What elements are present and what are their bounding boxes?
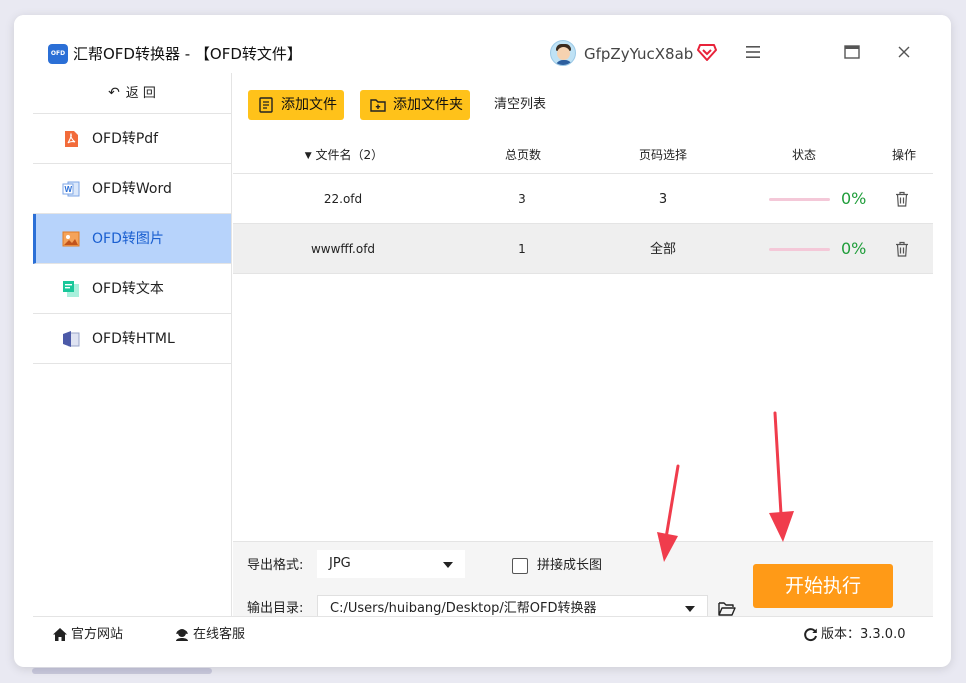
progress-percent: 0% xyxy=(841,189,867,208)
header-filename[interactable]: ▼ 文件名（2） xyxy=(289,137,399,175)
image-icon xyxy=(62,231,80,247)
toolbar: 添加文件 添加文件夹 清空列表 xyxy=(233,73,933,137)
format-value: JPG xyxy=(329,556,351,571)
sidebar-item-label: OFD转Word xyxy=(92,181,172,197)
format-label: 导出格式: xyxy=(247,558,304,573)
sidebar: ↶ 返 回 OFD转Pdf W OFD转Word OFD转图片 OFD转文本 O… xyxy=(33,73,232,616)
progress-bar xyxy=(769,198,830,201)
text-icon xyxy=(63,281,79,297)
format-select[interactable]: JPG xyxy=(317,550,465,578)
chevron-down-icon xyxy=(685,606,695,612)
sidebar-item-html[interactable]: OFD转HTML xyxy=(33,314,231,364)
annotation-arrow-left xyxy=(657,464,680,562)
output-dir-value: C:/Users/huibang/Desktop/汇帮OFD转换器 xyxy=(330,601,597,616)
support-label: 在线客服 xyxy=(193,627,246,642)
user-avatar[interactable] xyxy=(550,40,576,66)
add-folder-label: 添加文件夹 xyxy=(393,97,463,113)
table-row[interactable]: wwwfff.ofd 1 全部 0% xyxy=(233,224,933,274)
website-link[interactable]: 官方网站 xyxy=(52,617,123,653)
header-pages: 总页数 xyxy=(504,148,541,162)
trash-icon[interactable] xyxy=(895,241,909,257)
row-filename: wwwfff.ofd xyxy=(310,242,376,256)
add-folder-icon xyxy=(370,99,386,112)
sidebar-item-word[interactable]: W OFD转Word xyxy=(33,164,231,214)
vip-diamond-icon[interactable] xyxy=(697,43,717,61)
progress-bar xyxy=(769,248,830,251)
table-row[interactable]: 22.ofd 3 3 0% xyxy=(233,174,933,224)
chevron-down-icon xyxy=(443,562,453,568)
headset-icon xyxy=(176,629,188,641)
annotation-arrow-right xyxy=(769,411,794,542)
merge-label[interactable]: 拼接成长图 xyxy=(537,556,602,576)
settings-panel: 导出格式: JPG 拼接成长图 输出目录: C:/Users/huibang/D… xyxy=(233,541,933,623)
row-filename: 22.ofd xyxy=(323,192,363,206)
row-pages: 1 xyxy=(518,242,526,256)
back-button[interactable]: ↶ 返 回 xyxy=(33,73,231,114)
app-window: OFD 汇帮OFD转换器 - 【OFD转文件】 GfpZyYucX8ab ↶ 返 … xyxy=(14,15,951,667)
folder-open-icon[interactable] xyxy=(718,601,736,617)
sort-down-icon: ▼ xyxy=(304,151,312,161)
version-label: 版本：3.3.0.0 xyxy=(821,627,906,642)
start-button[interactable]: 开始执行 xyxy=(753,564,893,608)
row-page-select[interactable]: 全部 xyxy=(633,225,693,275)
version-info[interactable]: 版本：3.3.0.0 xyxy=(803,617,905,653)
refresh-icon xyxy=(804,628,817,642)
table-header: ▼ 文件名（2） 总页数 页码选择 状态 操作 xyxy=(233,137,933,174)
sidebar-item-label: OFD转HTML xyxy=(92,331,175,347)
sidebar-item-label: OFD转图片 xyxy=(92,231,164,247)
add-folder-button[interactable]: 添加文件夹 xyxy=(360,90,470,120)
title-bar: OFD 汇帮OFD转换器 - 【OFD转文件】 GfpZyYucX8ab xyxy=(14,15,951,73)
header-status: 状态 xyxy=(791,148,816,162)
hamburger-icon[interactable] xyxy=(746,45,760,59)
add-file-label: 添加文件 xyxy=(281,97,337,113)
app-logo-icon: OFD xyxy=(48,44,68,64)
sidebar-item-image[interactable]: OFD转图片 xyxy=(33,214,231,264)
back-arrow-icon: ↶ xyxy=(108,85,120,101)
close-icon[interactable] xyxy=(898,46,910,58)
maximize-icon[interactable] xyxy=(844,45,860,59)
header-page-select: 页码选择 xyxy=(638,148,687,162)
home-icon xyxy=(53,628,67,641)
header-filename-label: 文件名（2） xyxy=(315,148,384,162)
sidebar-item-text[interactable]: OFD转文本 xyxy=(33,264,231,314)
header-action: 操作 xyxy=(891,148,916,162)
word-icon: W xyxy=(62,181,80,197)
back-label: 返 回 xyxy=(125,86,156,101)
svg-text:W: W xyxy=(65,185,73,194)
main-panel: 添加文件 添加文件夹 清空列表 ▼ 文件名（2） 总页数 页码选择 状态 操作 … xyxy=(233,73,933,623)
clear-list-button[interactable]: 清空列表 xyxy=(494,90,546,120)
website-label: 官方网站 xyxy=(71,627,124,642)
row-page-select[interactable]: 3 xyxy=(633,175,693,225)
pdf-icon xyxy=(65,131,78,147)
window-title: 汇帮OFD转换器 - 【OFD转文件】 xyxy=(73,45,302,63)
html-icon xyxy=(63,331,80,347)
username[interactable]: GfpZyYucX8ab xyxy=(584,44,693,64)
sidebar-item-label: OFD转Pdf xyxy=(92,131,159,147)
row-pages: 3 xyxy=(518,192,526,206)
add-file-icon xyxy=(259,97,273,113)
background-strip xyxy=(32,668,212,674)
merge-checkbox[interactable] xyxy=(512,558,528,574)
sidebar-item-pdf[interactable]: OFD转Pdf xyxy=(33,114,231,164)
progress-percent: 0% xyxy=(841,239,867,258)
support-link[interactable]: 在线客服 xyxy=(174,617,245,653)
trash-icon[interactable] xyxy=(895,191,909,207)
sidebar-item-label: OFD转文本 xyxy=(92,281,164,297)
status-bar: 官方网站 在线客服 版本：3.3.0.0 xyxy=(33,616,933,653)
add-file-button[interactable]: 添加文件 xyxy=(248,90,344,120)
